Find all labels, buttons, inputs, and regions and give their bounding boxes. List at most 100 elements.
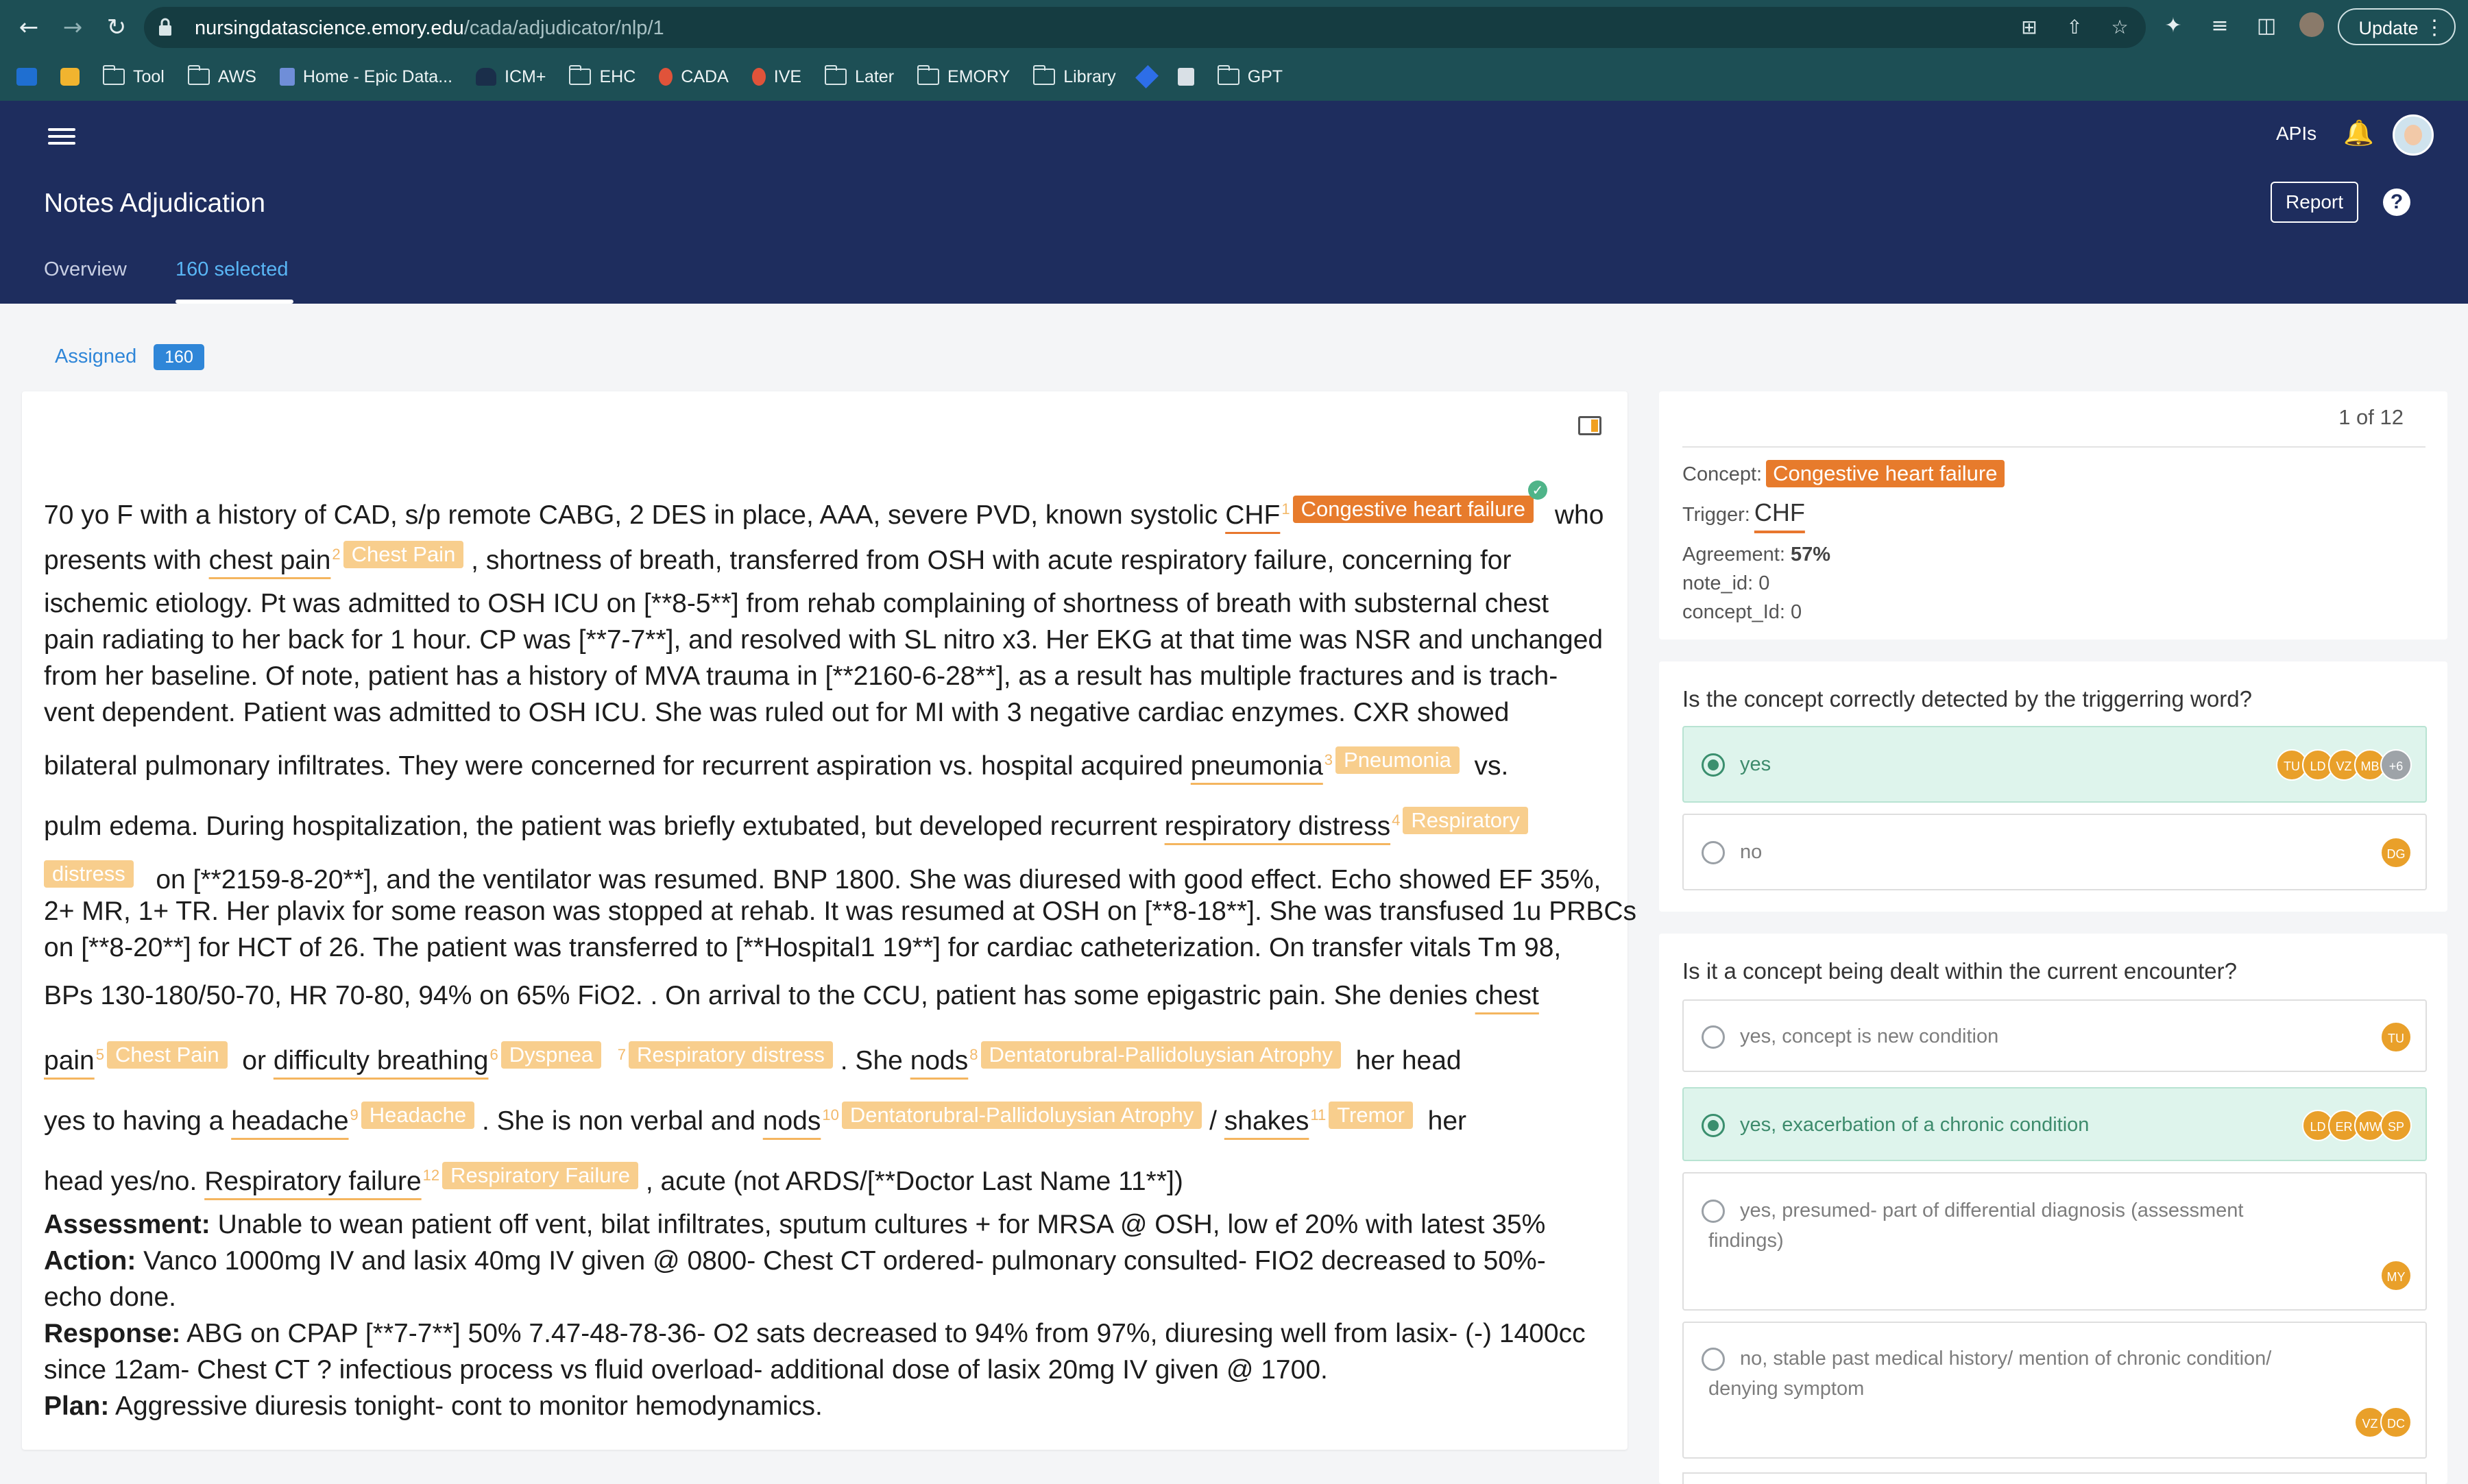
option-label: yes [1740, 753, 1771, 775]
side-panel-icon[interactable]: ◫ [2253, 12, 2280, 40]
radio-button[interactable] [1702, 1114, 1725, 1137]
trigger-word[interactable]: respiratory distress [1165, 812, 1390, 841]
bookmark-gpt[interactable]: GPT [1217, 65, 1283, 87]
radio-button[interactable] [1702, 1200, 1725, 1223]
concept-tag[interactable]: Respiratory [1403, 807, 1528, 834]
back-arrow-icon[interactable]: ← [14, 12, 44, 42]
trigger-word[interactable]: shakes [1224, 1106, 1309, 1136]
note-id: note_id: 0 [1682, 572, 1770, 594]
tab-selected[interactable]: 160 selected [176, 258, 288, 281]
install-icon[interactable]: ⊞ [2017, 15, 2042, 40]
option-no[interactable]: no DG [1682, 814, 2427, 890]
bookmark-book[interactable] [1177, 68, 1194, 86]
forward-arrow-icon[interactable]: → [58, 12, 88, 42]
concept-tag[interactable]: Pneumonia [1335, 746, 1460, 774]
hamburger-menu-icon[interactable] [48, 124, 75, 147]
radio-button[interactable] [1702, 1348, 1725, 1371]
concept-tag[interactable]: Dentatorubral-Pallidoluysian Atrophy [980, 1041, 1341, 1069]
bookmark-library[interactable]: Library [1033, 65, 1116, 87]
option-presumed[interactable]: yes, presumed- part of differential diag… [1682, 1172, 2427, 1311]
profile-icon[interactable] [2299, 12, 2324, 37]
note-line: Response: ABG on CPAP [**7-7**] 50% 7.47… [44, 1319, 1586, 1349]
bookmark-app[interactable] [60, 68, 80, 86]
reload-icon[interactable]: ↻ [101, 12, 132, 42]
trigger-word[interactable]: difficulty breathing [274, 1046, 489, 1075]
radio-button[interactable] [1702, 841, 1725, 864]
bookmark-aws[interactable]: AWS [187, 65, 256, 87]
trigger-word[interactable]: nods [910, 1046, 969, 1075]
lock-icon[interactable] [158, 18, 173, 37]
radio-button[interactable] [1702, 753, 1725, 777]
trigger-word[interactable]: chest [1475, 981, 1539, 1010]
note-card: 70 yo F with a history of CAD, s/p remot… [22, 391, 1636, 1450]
concept-tag[interactable]: Tremor [1329, 1102, 1413, 1129]
concept-tag[interactable]: Chest Pain [106, 1041, 228, 1069]
option-stable-history[interactable]: no, stable past medical history/ mention… [1682, 1322, 2427, 1459]
help-icon[interactable]: ? [2383, 188, 2410, 216]
trigger-word[interactable]: nods [763, 1106, 821, 1136]
bookmark-epic[interactable]: Home - Epic Data... [279, 67, 452, 87]
bookmark-emory[interactable]: EMORY [917, 65, 1010, 87]
apis-link[interactable]: APIs [2276, 123, 2316, 145]
reading-list-icon[interactable]: ≡ [2206, 12, 2234, 40]
option-exacerbation[interactable]: yes, exacerbation of a chronic condition… [1682, 1087, 2427, 1161]
concept-tag[interactable]: distress [44, 860, 134, 888]
trigger-word[interactable]: Respiratory failure [204, 1167, 421, 1196]
concept-tag[interactable]: Dyspnea [500, 1041, 602, 1069]
text: ABG on CPAP [**7-7**] 50% 7.47-48-78-36-… [186, 1319, 1586, 1348]
trigger-value: CHF [1754, 498, 1805, 526]
tab-overview[interactable]: Overview [44, 258, 127, 281]
folder-icon [1217, 65, 1239, 85]
next-option-partial[interactable] [1682, 1472, 2427, 1484]
share-icon[interactable]: ⇧ [2062, 15, 2087, 40]
assigned-label[interactable]: Assigned [55, 345, 136, 368]
trigger-number: 8 [969, 1045, 978, 1063]
bookmark-icm[interactable]: ICM+ [476, 67, 546, 87]
book-icon [1177, 68, 1194, 86]
trigger-word[interactable]: pneumonia [1191, 751, 1323, 781]
option-new-condition[interactable]: yes, concept is new condition TU [1682, 999, 2427, 1072]
concept-tag[interactable]: Congestive heart failure [1292, 496, 1534, 524]
trigger-word[interactable]: CHF [1225, 500, 1280, 530]
note-line: Plan: Aggressive diuresis tonight- cont … [44, 1391, 823, 1422]
concept-tag[interactable]: Respiratory distress [629, 1041, 833, 1069]
update-button[interactable]: Update ⋮ [2338, 8, 2456, 45]
trigger-number: 7 [617, 1045, 626, 1063]
text: on [**2159-8-20**], and the ventilator w… [156, 864, 1601, 895]
user-avatar[interactable] [2393, 114, 2434, 156]
bookmark-jira[interactable] [1135, 65, 1159, 88]
note-line: BPs 130-180/50-70, HR 70-80, 94% on 65% … [44, 981, 1539, 1011]
bookmark-label: Library [1063, 66, 1116, 86]
trigger-word[interactable]: chest pain [209, 546, 331, 575]
address-bar[interactable]: nursingdatascience.emory.edu/cada/adjudi… [144, 7, 2146, 48]
voter-avatars: TU [2380, 1021, 2412, 1053]
avatar: DG [2380, 837, 2412, 868]
bookmark-later[interactable]: Later [825, 65, 894, 87]
concept-tag[interactable]: Headache [361, 1102, 475, 1129]
bookmark-tool[interactable]: Tool [103, 65, 165, 87]
panel-toggle-icon[interactable] [1578, 416, 1601, 435]
extensions-icon[interactable]: ✦ [2160, 12, 2187, 40]
url-text[interactable]: nursingdatascience.emory.edu/cada/adjudi… [195, 17, 664, 40]
bookmark-ehc[interactable]: EHC [569, 65, 636, 87]
trigger-word[interactable]: pain [44, 1046, 95, 1075]
trigger-number: 2 [332, 545, 341, 563]
folder-icon [103, 65, 125, 85]
voter-avatars: LD ER MW SP [2302, 1110, 2412, 1141]
bookmark-ive[interactable]: IVE [751, 67, 801, 87]
radio-button[interactable] [1702, 1025, 1725, 1049]
option-yes[interactable]: yes TU LD VZ MB +6 [1682, 726, 2427, 803]
concept-tag[interactable]: Dentatorubral-Pallidoluysian Atrophy [841, 1102, 1202, 1129]
trigger-word[interactable]: headache [231, 1106, 348, 1136]
report-button[interactable]: Report [2271, 182, 2358, 223]
menu-icon[interactable]: ⋮ [2424, 10, 2445, 47]
star-icon[interactable]: ☆ [2107, 15, 2132, 40]
folder-icon [825, 65, 847, 85]
concept-tag[interactable]: Respiratory Failure [442, 1162, 639, 1189]
trigger-row: Trigger: CHF [1682, 498, 1805, 527]
concept-row: Concept: Congestive heart failure [1682, 460, 2005, 487]
bookmark-outlook[interactable] [16, 68, 37, 86]
concept-tag[interactable]: Chest Pain [343, 541, 464, 568]
bookmark-cada[interactable]: CADA [659, 67, 729, 87]
bell-icon[interactable]: 🔔 [2343, 119, 2374, 149]
